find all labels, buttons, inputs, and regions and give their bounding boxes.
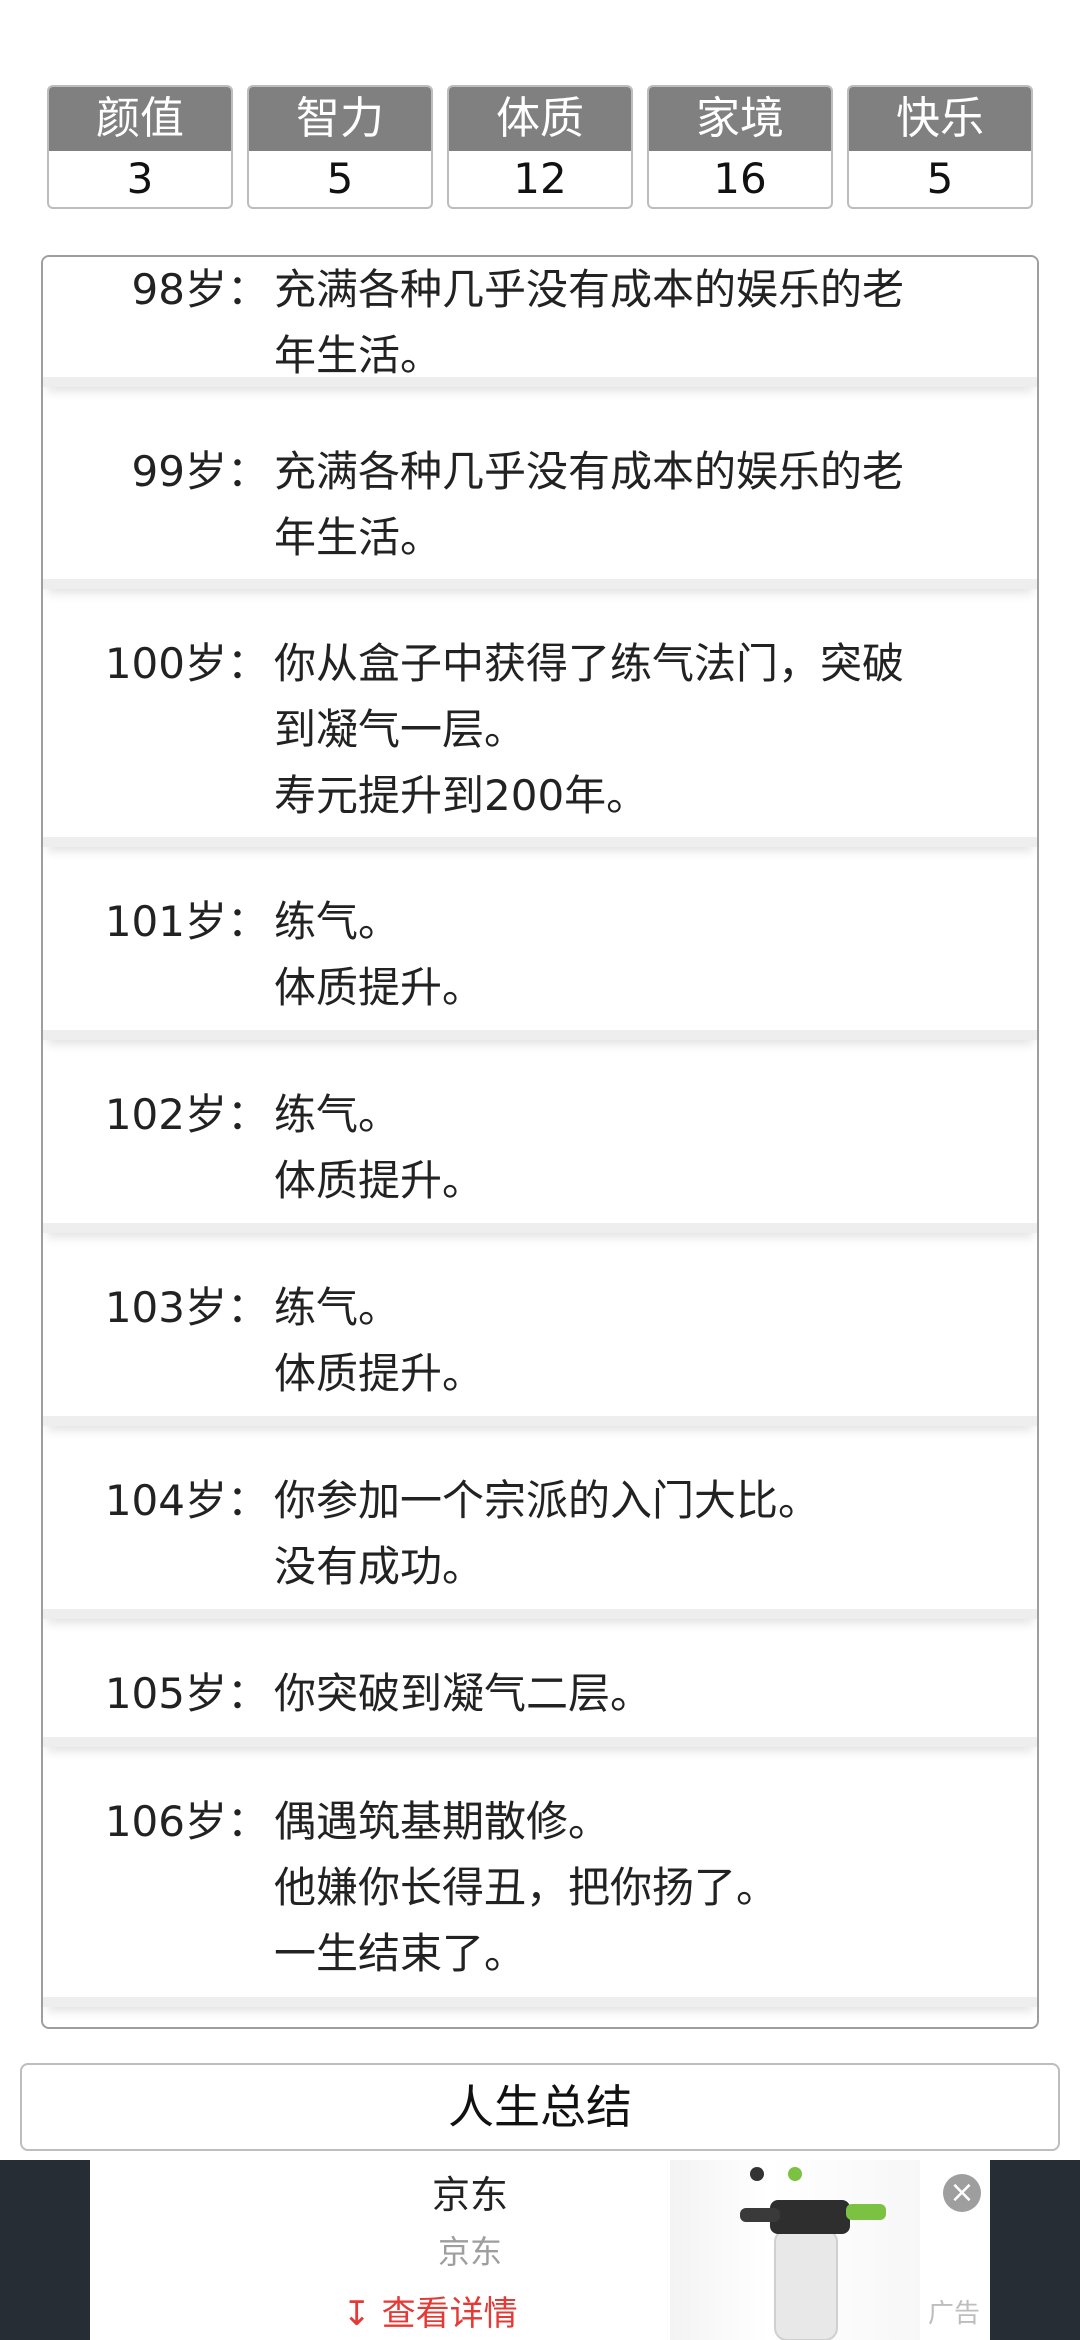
log-entry: 98岁： 充满各种几乎没有成本的娱乐的老 年生活。 xyxy=(43,257,1037,389)
log-entry-age: 105岁： xyxy=(104,1669,269,1718)
log-entry: 100岁： 你从盒子中获得了练气法门，突破 到凝气一层。 寿元提升到200年。 xyxy=(43,619,1037,847)
log-entry-text: 练气。 体质提升。 xyxy=(274,889,1014,1021)
log-entry-age: 100岁： xyxy=(104,639,269,688)
life-summary-button[interactable]: 人生总结 xyxy=(20,2063,1060,2151)
log-entry: 103岁： 练气。 体质提升。 xyxy=(43,1263,1037,1426)
stat-label: 颜值 xyxy=(49,87,231,151)
stat-value: 16 xyxy=(713,154,767,203)
spray-bottle-icon xyxy=(740,2167,886,2340)
ad-title: 京东 xyxy=(431,2173,508,2217)
stat-label: 家境 xyxy=(649,87,831,151)
close-icon[interactable]: × xyxy=(943,2174,981,2212)
log-entry-age: 98岁： xyxy=(131,265,269,314)
log-entry-text: 偶遇筑基期散修。 他嫌你长得丑，把你扬了。 一生结束了。 xyxy=(274,1789,1014,1987)
log-entry-age: 102岁： xyxy=(104,1090,269,1139)
stat-intelligence: 智力 5 xyxy=(247,85,433,209)
log-line: 你突破到凝气二层。 xyxy=(274,1669,653,1718)
log-entry-text: 充满各种几乎没有成本的娱乐的老 年生活。 xyxy=(274,257,1014,389)
log-entry-text: 练气。 体质提升。 xyxy=(274,1082,1014,1214)
log-line: 体质提升。 xyxy=(274,1349,485,1398)
log-line: 寿元提升到200年。 xyxy=(274,771,649,820)
log-line: 练气。 xyxy=(274,1090,401,1139)
download-arrow-icon: ↧ xyxy=(342,2294,371,2334)
stat-happiness: 快乐 5 xyxy=(847,85,1033,209)
log-entry-text: 你从盒子中获得了练气法门，突破 到凝气一层。 寿元提升到200年。 xyxy=(274,631,1014,829)
log-line: 年生活。 xyxy=(274,331,443,380)
log-entry-age: 101岁： xyxy=(104,897,269,946)
log-line: 你参加一个宗派的入门大比。 xyxy=(274,1476,821,1525)
log-entry-age: 104岁： xyxy=(104,1476,269,1525)
log-line: 练气。 xyxy=(274,1283,401,1332)
stat-label: 体质 xyxy=(449,87,631,151)
ad-cta-label: 查看详情 xyxy=(381,2294,518,2334)
log-entry: 106岁： 偶遇筑基期散修。 他嫌你长得丑，把你扬了。 一生结束了。 xyxy=(43,1777,1037,2007)
log-entry: 99岁： 充满各种几乎没有成本的娱乐的老 年生活。 xyxy=(43,427,1037,589)
stat-constitution: 体质 12 xyxy=(447,85,633,209)
log-line: 他嫌你长得丑，把你扬了。 xyxy=(274,1863,779,1912)
log-entry-age: 103岁： xyxy=(104,1283,269,1332)
log-line: 充满各种几乎没有成本的娱乐的老 xyxy=(274,447,905,496)
log-line: 没有成功。 xyxy=(274,1542,485,1591)
stat-appearance: 颜值 3 xyxy=(47,85,233,209)
log-line: 年生活。 xyxy=(274,513,443,562)
stat-value: 12 xyxy=(513,154,567,203)
ad-card[interactable]: 京东 京东 ↧ 查看详情 × 广告 xyxy=(90,2160,990,2340)
log-line: 偶遇筑基期散修。 xyxy=(274,1797,611,1846)
log-entry-age: 106岁： xyxy=(104,1797,269,1846)
log-entry-text: 你突破到凝气二层。 xyxy=(274,1661,1014,1727)
log-entry: 102岁： 练气。 体质提升。 xyxy=(43,1070,1037,1233)
log-entry: 104岁： 你参加一个宗派的入门大比。 没有成功。 xyxy=(43,1456,1037,1619)
log-line: 充满各种几乎没有成本的娱乐的老 xyxy=(274,265,905,314)
ad-product-image[interactable] xyxy=(670,2160,920,2340)
log-entry: 101岁： 练气。 体质提升。 xyxy=(43,877,1037,1040)
stat-value: 5 xyxy=(326,154,354,203)
stat-family: 家境 16 xyxy=(647,85,833,209)
log-line: 体质提升。 xyxy=(274,1156,485,1205)
log-entry-text: 充满各种几乎没有成本的娱乐的老 年生活。 xyxy=(274,439,1014,571)
life-event-log[interactable]: 98岁： 充满各种几乎没有成本的娱乐的老 年生活。 99岁： 充满各种几乎没有成… xyxy=(41,255,1039,2029)
log-line: 练气。 xyxy=(274,897,401,946)
ad-label: 广告 xyxy=(928,2299,981,2329)
stat-label: 智力 xyxy=(249,87,431,151)
log-line: 体质提升。 xyxy=(274,963,485,1012)
attribute-stats: 颜值 3 智力 5 体质 12 家境 16 快乐 5 xyxy=(47,85,1033,209)
app-screen: 颜值 3 智力 5 体质 12 家境 16 快乐 5 98岁： 充满各种几乎没有… xyxy=(0,0,1080,2340)
log-entry: 105岁： 你突破到凝气二层。 xyxy=(43,1649,1037,1747)
stat-value: 3 xyxy=(126,154,154,203)
ad-details-link[interactable]: ↧ 查看详情 xyxy=(280,2290,580,2338)
log-entry-age: 99岁： xyxy=(131,447,269,496)
log-entry-text: 练气。 体质提升。 xyxy=(274,1275,1014,1407)
stat-value: 5 xyxy=(926,154,954,203)
log-line: 你从盒子中获得了练气法门，突破 xyxy=(274,639,905,688)
stat-label: 快乐 xyxy=(849,87,1031,151)
log-entry-text: 你参加一个宗派的入门大比。 没有成功。 xyxy=(274,1468,1014,1600)
ad-banner[interactable]: 京东 京东 ↧ 查看详情 × 广告 xyxy=(0,2160,1080,2340)
ad-subtitle: 京东 xyxy=(437,2233,502,2271)
log-line: 到凝气一层。 xyxy=(274,705,527,754)
log-line: 一生结束了。 xyxy=(274,1929,527,1978)
